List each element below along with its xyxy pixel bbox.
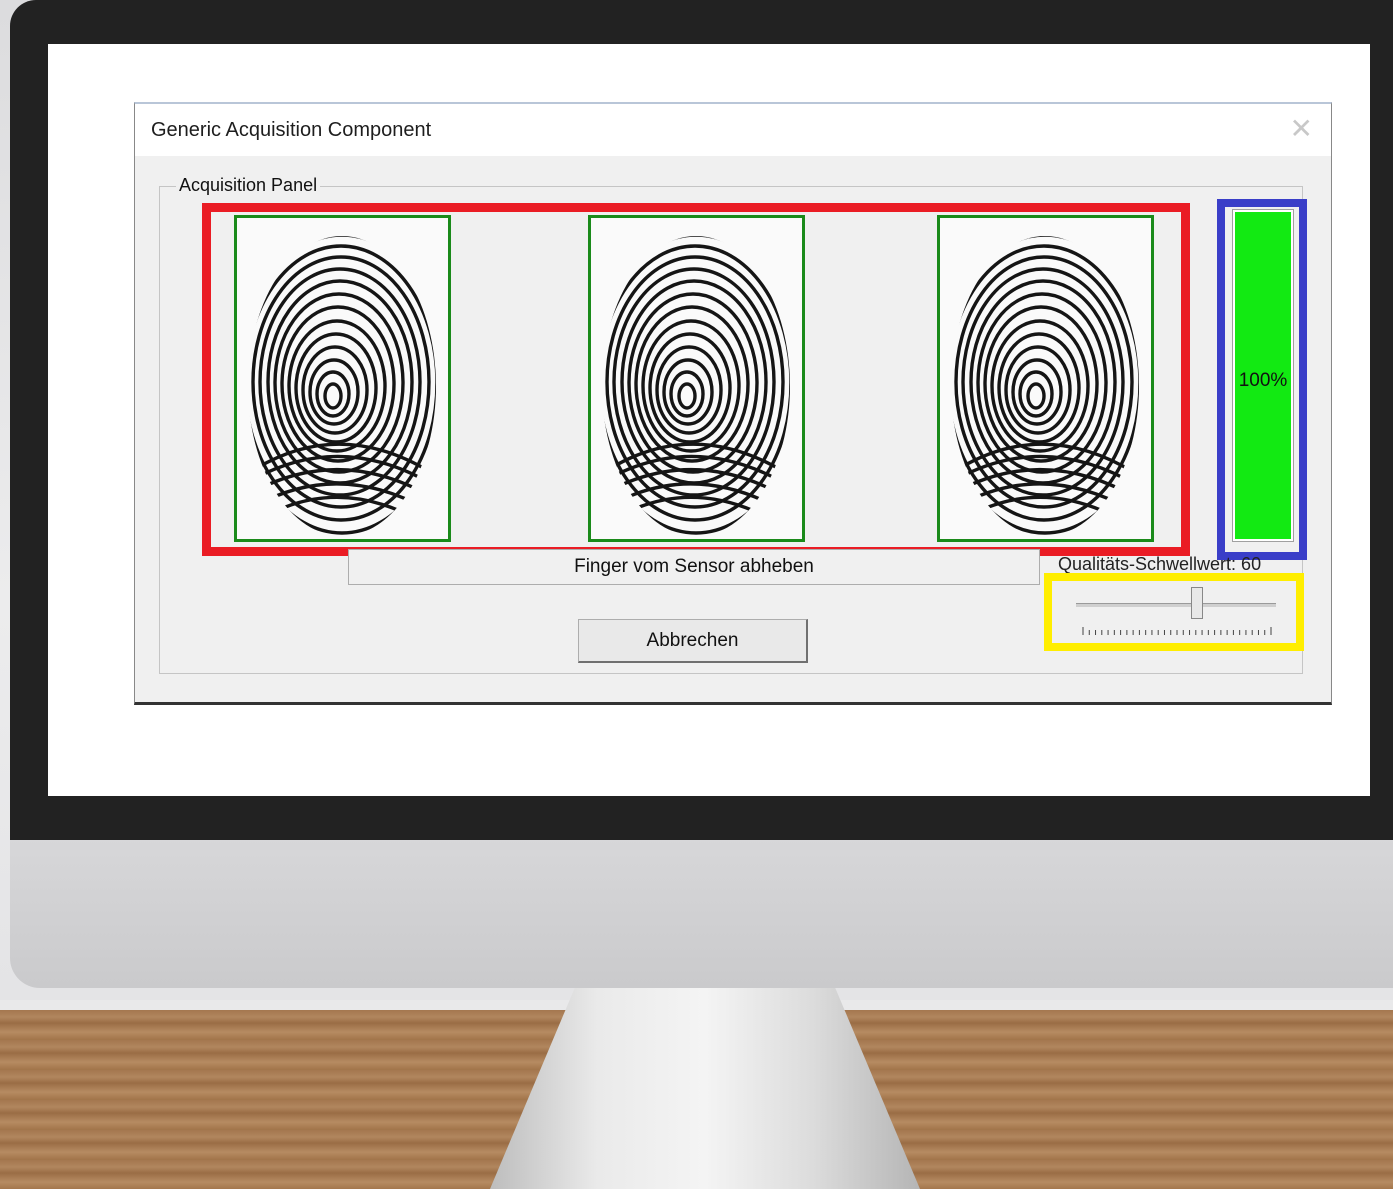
- status-message: Finger vom Sensor abheben: [348, 549, 1040, 585]
- quality-highlight-frame: [1217, 199, 1307, 560]
- cancel-button[interactable]: Abbrechen: [578, 619, 808, 663]
- monitor-chin: [10, 838, 1393, 988]
- title-bar: Generic Acquisition Component ✕: [135, 104, 1331, 156]
- threshold-label: Qualitäts-Schwellwert: 60: [1058, 554, 1262, 574]
- window-title: Generic Acquisition Component: [151, 119, 432, 141]
- close-icon[interactable]: ✕: [1290, 112, 1313, 145]
- slider-highlight-frame: [1044, 573, 1304, 651]
- monitor-screen: Generic Acquisition Component ✕ Acquisit…: [48, 44, 1370, 796]
- acquisition-panel: Acquisition Panel 100% Finger vom Sensor…: [159, 175, 1307, 674]
- images-highlight-frame: [202, 203, 1190, 556]
- acquisition-dialog: Generic Acquisition Component ✕ Acquisit…: [134, 102, 1332, 705]
- panel-label: Acquisition Panel: [176, 175, 321, 196]
